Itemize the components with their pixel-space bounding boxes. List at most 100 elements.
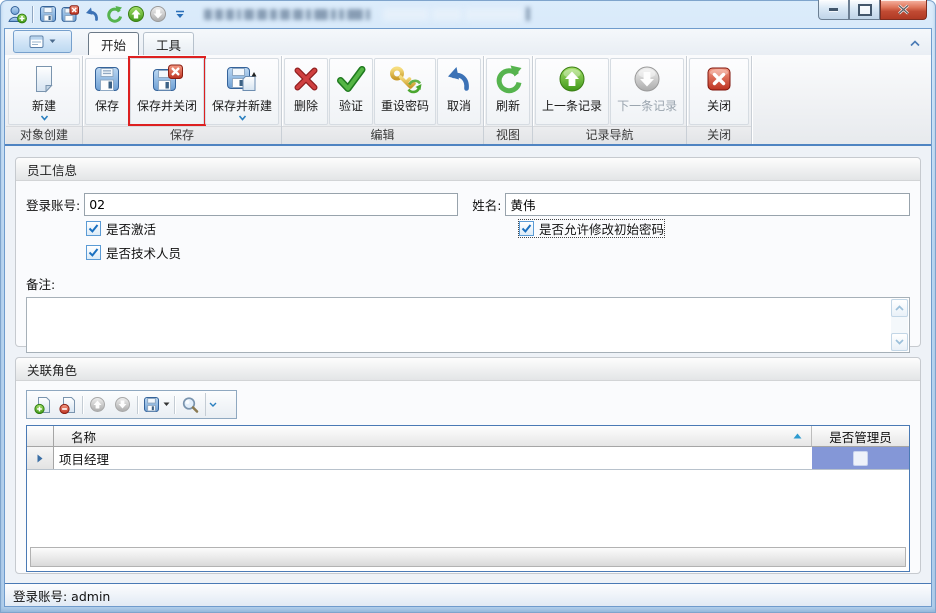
maximize-button[interactable] — [849, 0, 880, 20]
unchecked-checkbox-icon — [853, 451, 868, 466]
window-controls — [818, 0, 927, 20]
client-frame: 开始 工具 新建 对象创建 — [4, 28, 932, 607]
save-icon — [92, 61, 122, 96]
save-export-icon — [143, 396, 160, 413]
ribbon-group-label: 记录导航 — [533, 126, 686, 144]
maximize-icon — [858, 4, 872, 16]
toolbar-more-chevron[interactable] — [205, 393, 220, 416]
refresh-icon — [493, 61, 523, 96]
previous-record-icon[interactable] — [126, 4, 146, 24]
key-icon — [387, 61, 423, 96]
quick-access-toolbar — [7, 4, 192, 24]
dropdown-chevron-icon — [238, 115, 247, 121]
find-button[interactable] — [177, 393, 202, 416]
employee-info-title: 员工信息 — [16, 158, 920, 181]
sort-ascending-icon — [793, 433, 802, 439]
new-button[interactable]: 新建 — [8, 58, 80, 125]
save-and-close-button[interactable]: 保存并关闭 — [130, 58, 204, 125]
scroll-up-button[interactable] — [891, 299, 908, 317]
scroll-track[interactable] — [891, 317, 908, 333]
validate-button[interactable]: 验证 — [329, 58, 373, 125]
refresh-button[interactable]: 刷新 — [486, 58, 530, 125]
role-name-cell[interactable]: 项目经理 — [54, 447, 812, 469]
remark-label: 备注: — [26, 274, 910, 293]
separator — [82, 396, 83, 414]
application-menu-button[interactable] — [13, 30, 72, 53]
save-and-new-icon — [225, 61, 259, 96]
app-user-add-icon[interactable] — [7, 4, 27, 24]
collapse-ribbon-chevron[interactable] — [908, 36, 922, 50]
save-and-close-icon — [150, 61, 184, 96]
save-and-new-button[interactable]: 保存并新建 — [205, 58, 279, 125]
roles-grid: 名称 是否管理员 项目经理 — [26, 425, 910, 572]
is-admin-cell[interactable] — [812, 447, 909, 469]
check-icon — [336, 61, 366, 96]
dropdown-chevron-icon — [40, 115, 49, 121]
save-and-close-icon[interactable] — [60, 4, 80, 24]
magnifier-icon — [181, 396, 199, 414]
save-icon[interactable] — [38, 4, 58, 24]
ribbon-group-save: 保存 保存并关闭 保存并新建 — [83, 56, 282, 144]
app-menu-icon — [29, 35, 45, 49]
up-arrow-circle-icon — [558, 61, 586, 96]
ribbon-group-close: 关闭 关闭 — [687, 56, 752, 144]
employee-info-groupbox: 员工信息 登录账号: 姓名: 是否激活 — [15, 157, 921, 347]
remark-textarea[interactable] — [27, 298, 909, 352]
minimize-button[interactable] — [818, 0, 849, 20]
move-down-button[interactable] — [110, 393, 135, 416]
separator — [32, 6, 33, 23]
ribbon-tab-row: 开始 工具 — [5, 29, 931, 55]
save-button[interactable]: 保存 — [85, 58, 129, 125]
window-title-redacted — [204, 7, 533, 21]
is-technician-checkbox[interactable]: 是否技术人员 — [86, 244, 181, 261]
down-circle-icon — [114, 396, 131, 413]
ribbon-group-object-create: 新建 对象创建 — [6, 56, 83, 144]
tab-start[interactable]: 开始 — [88, 32, 139, 55]
allow-modify-initial-password-checkbox[interactable]: 是否允许修改初始密码 — [519, 220, 664, 237]
delete-x-icon — [291, 61, 321, 96]
remark-scrollbar — [891, 299, 908, 351]
scroll-down-button[interactable] — [891, 333, 908, 351]
close-window-button[interactable] — [880, 0, 927, 20]
close-form-button[interactable]: 关闭 — [689, 58, 749, 125]
delete-button[interactable]: 删除 — [284, 58, 328, 125]
export-button[interactable] — [140, 393, 172, 416]
close-icon — [897, 4, 910, 15]
next-record-button[interactable]: 下一条记录 — [610, 58, 684, 125]
login-account-label: 登录账号: — [26, 195, 80, 214]
up-circle-icon — [89, 396, 106, 413]
ribbon-group-label: 视图 — [484, 126, 532, 144]
ribbon-group-view: 刷新 视图 — [484, 56, 533, 144]
grid-row[interactable]: 项目经理 — [27, 447, 909, 470]
ribbon: 新建 对象创建 保存 — [5, 55, 931, 146]
is-active-checkbox[interactable]: 是否激活 — [86, 220, 156, 237]
add-row-button[interactable] — [30, 393, 55, 416]
tab-tools[interactable]: 工具 — [143, 32, 194, 55]
name-label: 姓名: — [472, 195, 501, 214]
ribbon-group-label: 关闭 — [687, 126, 751, 144]
move-up-button[interactable] — [85, 393, 110, 416]
close-x-icon — [705, 61, 733, 96]
reset-password-button[interactable]: 重设密码 — [374, 58, 436, 125]
form-content: 员工信息 登录账号: 姓名: 是否激活 — [5, 146, 931, 583]
refresh-icon[interactable] — [104, 4, 124, 24]
next-record-icon[interactable] — [148, 4, 168, 24]
grid-header-indicator — [27, 426, 54, 447]
cancel-button[interactable]: 取消 — [437, 58, 481, 125]
dropdown-chevron-icon — [49, 39, 56, 44]
checkbox-checked-icon — [86, 221, 101, 236]
row-indicator-cell — [27, 447, 54, 469]
remove-row-button[interactable] — [55, 393, 80, 416]
qat-customize-chevron-icon[interactable] — [170, 4, 190, 24]
separator — [137, 396, 138, 414]
remove-row-icon — [59, 396, 77, 414]
name-input[interactable] — [505, 193, 910, 216]
grid-header-is-admin[interactable]: 是否管理员 — [812, 426, 909, 447]
previous-record-button[interactable]: 上一条记录 — [535, 58, 609, 125]
statusbar: 登录账号: admin — [5, 583, 931, 606]
grid-header-name[interactable]: 名称 — [54, 426, 812, 447]
login-account-input[interactable] — [84, 193, 458, 216]
ribbon-tabs: 开始 工具 — [88, 32, 198, 55]
checkbox-row-2: 是否技术人员 — [26, 242, 910, 264]
undo-icon[interactable] — [82, 4, 102, 24]
